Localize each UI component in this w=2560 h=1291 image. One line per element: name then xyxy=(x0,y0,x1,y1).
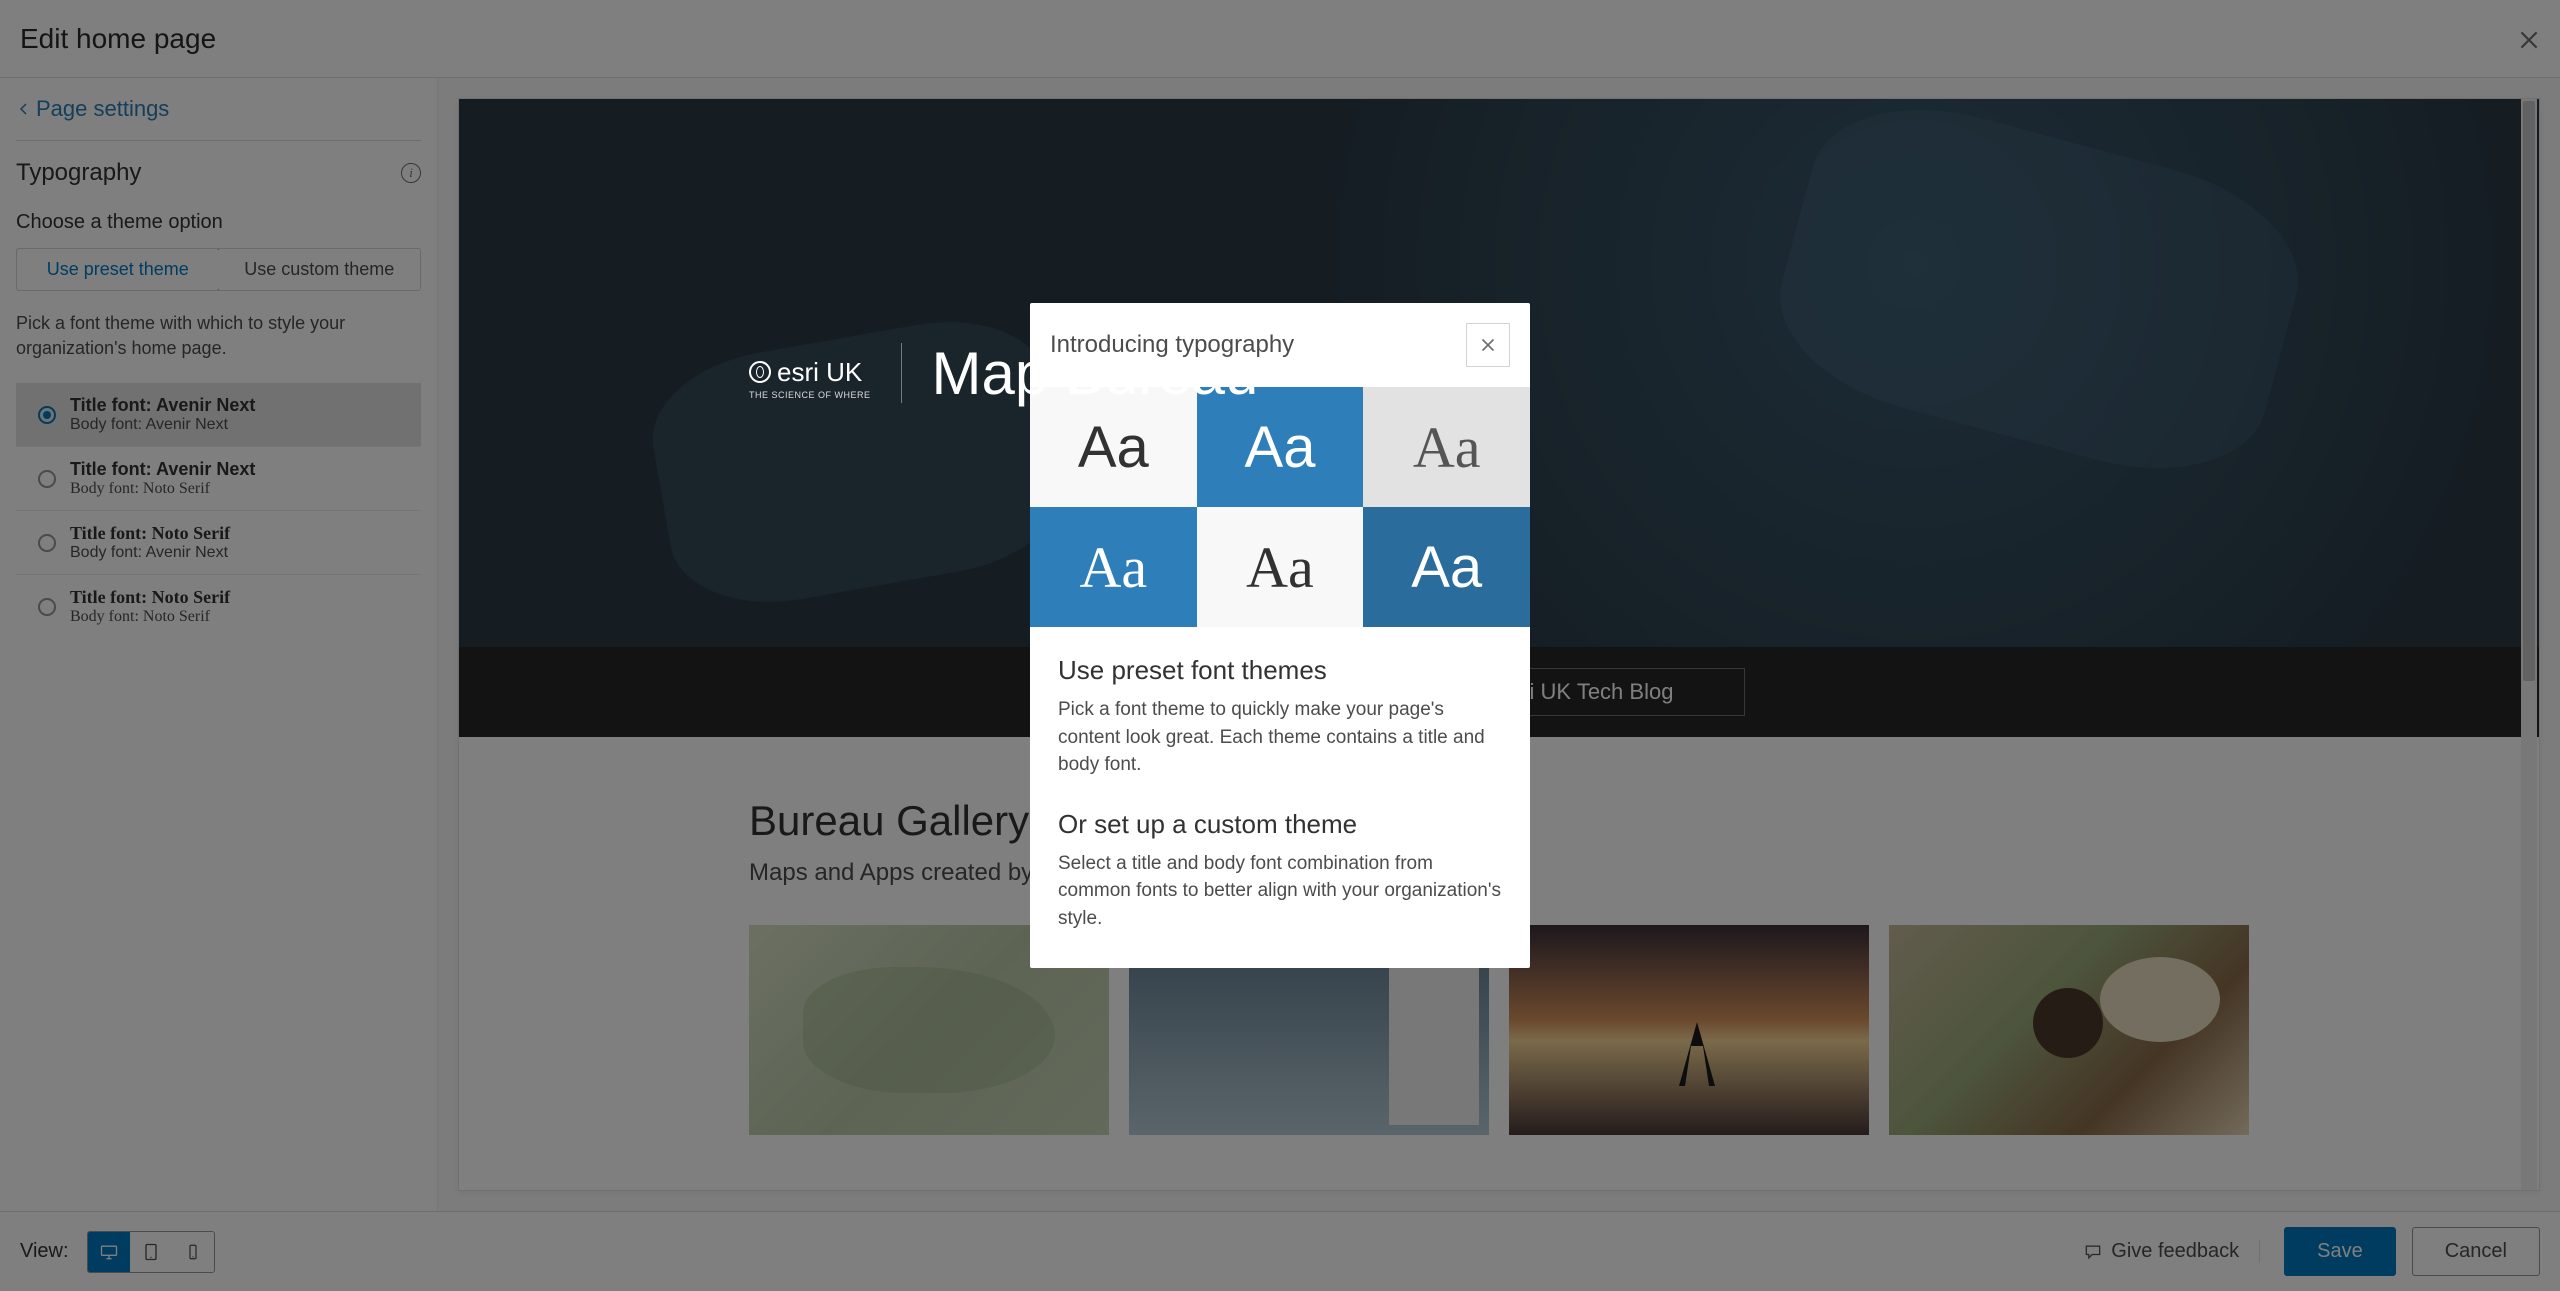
modal-paragraph-preset: Pick a font theme to quickly make your p… xyxy=(1058,696,1502,779)
modal-overlay[interactable]: Introducing typography Aa Aa Aa Aa Aa Aa… xyxy=(0,0,2560,1291)
modal-heading-custom: Or set up a custom theme xyxy=(1058,809,1502,840)
swatch-serif-blue: Aa xyxy=(1030,507,1197,627)
hero-divider xyxy=(901,343,902,403)
logo-text: esri UK xyxy=(777,357,862,388)
hero-title: Map Bureau xyxy=(932,339,1259,408)
hero-logo: esri UK THE SCIENCE OF WHERE xyxy=(749,347,871,400)
modal-font-swatches: Aa Aa Aa Aa Aa Aa xyxy=(1030,387,1530,627)
modal-heading-preset: Use preset font themes xyxy=(1058,655,1502,686)
swatch-sans-darkblue: Aa xyxy=(1363,507,1530,627)
logo-subtext: THE SCIENCE OF WHERE xyxy=(749,390,871,400)
modal-body: Use preset font themes Pick a font theme… xyxy=(1030,627,1530,968)
swatch-serif-gray: Aa xyxy=(1363,387,1530,507)
close-icon xyxy=(1477,334,1499,356)
modal-close-button[interactable] xyxy=(1466,323,1510,367)
modal-paragraph-custom: Select a title and body font combination… xyxy=(1058,850,1502,933)
swatch-serif-light: Aa xyxy=(1197,507,1364,627)
globe-icon xyxy=(749,361,771,383)
